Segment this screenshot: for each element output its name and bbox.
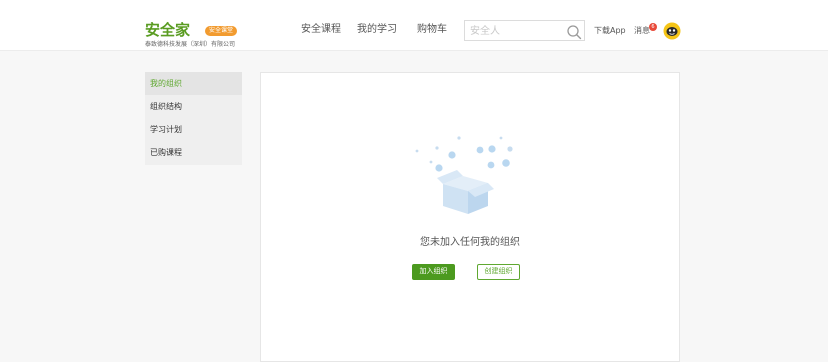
search-input[interactable] [470,25,560,38]
sidebar-item-organization-structure[interactable]: 组织结构 [145,95,242,118]
nav-cart[interactable]: 购物车 [417,24,447,36]
logo-subtitle: 泰致德科技发展（深圳）有限公司 [145,41,236,48]
sidebar-item-my-organization[interactable]: 我的组织 [145,72,242,95]
search-box [464,20,585,41]
join-organization-button[interactable]: 加入组织 [412,264,455,280]
sidebar-item-purchased-courses[interactable]: 已购课程 [145,141,242,164]
nav-courses[interactable]: 安全课程 [301,24,341,36]
messages-count-badge: 6 [649,23,657,31]
nav-my-learning[interactable]: 我的学习 [357,24,397,36]
messages-link[interactable]: 消息 [634,26,650,36]
create-organization-button[interactable]: 创建组织 [477,264,520,280]
download-app-link[interactable]: 下载App [594,26,626,36]
avatar[interactable] [663,22,681,40]
search-icon[interactable] [566,24,582,40]
logo-badge: 安全课堂 [205,26,238,36]
main-panel [260,72,680,362]
logo[interactable]: 安全家 安全课堂 泰致德科技发展（深圳）有限公司 [145,21,240,49]
empty-state-message: 您未加入任何我的组织 [420,237,520,248]
logo-title: 安全家 [145,21,191,39]
sidebar: 我的组织 组织结构 学习计划 已购课程 [145,72,242,165]
empty-box-icon [415,136,513,214]
top-header: 安全家 安全课堂 泰致德科技发展（深圳）有限公司 安全课程 我的学习 购物车 下… [0,0,828,51]
sidebar-item-study-plan[interactable]: 学习计划 [145,118,242,141]
